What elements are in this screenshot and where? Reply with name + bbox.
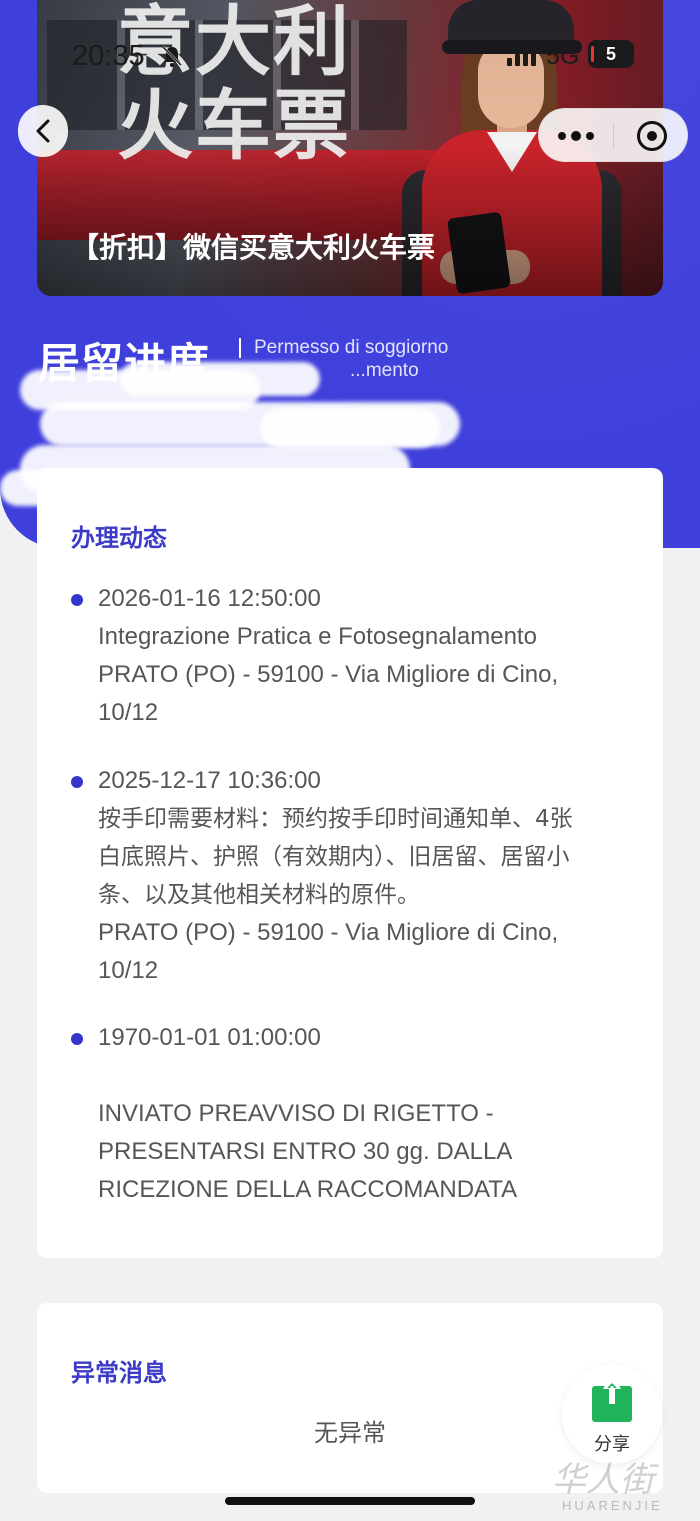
progress-card: 办理动态 2026-01-16 12:50:00 Integrazione Pr… <box>37 468 663 1258</box>
timeline-dot <box>71 776 83 788</box>
timeline-line: 10/12 <box>98 699 159 726</box>
banner-headline-line1: 意大利 <box>117 0 351 86</box>
close-miniprogram-button[interactable] <box>615 109 689 163</box>
target-icon <box>637 121 667 151</box>
share-upload-icon <box>592 1378 632 1422</box>
banner-headline: 意大利 火车票 <box>117 0 377 168</box>
timeline-line: Integrazione Pratica e Fotosegnalamento <box>98 623 537 650</box>
timeline-item: 2025-12-17 10:36:00 按手印需要材料：预约按手印时间通知单、4… <box>71 764 631 994</box>
timeline-dot <box>71 594 83 606</box>
watermark-subtext: HUARENJIE <box>562 1498 663 1513</box>
home-indicator <box>225 1497 475 1505</box>
watermark-logo-text: 华人街 <box>552 1460 659 1500</box>
huarenjie-watermark: 华人街 HUARENJIE <box>552 1460 663 1513</box>
exception-card-title: 异常消息 <box>71 1359 167 1387</box>
timeline-line: RICEZIONE DELLA RACCOMANDATA <box>98 1176 518 1203</box>
timeline-dot <box>71 1033 83 1045</box>
timeline-line: PRATO (PO) - 59100 - Via Migliore di Cin… <box>98 661 559 688</box>
timeline-datetime: 2025-12-17 10:36:00 <box>98 767 321 794</box>
more-dots-icon <box>558 130 594 141</box>
status-time: 20:35 <box>72 40 145 72</box>
timeline-line: 条、以及其他相关材料的原件。 <box>98 882 420 908</box>
timeline-datetime: 2026-01-16 12:50:00 <box>98 585 321 612</box>
share-button[interactable]: 分享 <box>562 1364 662 1464</box>
miniprogram-capsule <box>538 108 688 162</box>
timeline-line: 按手印需要材料：预约按手印时间通知单、4张 <box>98 806 573 832</box>
timeline-line: 白底照片、护照（有效期内）、旧居留、居留小 <box>98 844 570 870</box>
timeline-line: PRATO (PO) - 59100 - Via Migliore di Cin… <box>98 919 559 946</box>
back-arrow-icon <box>36 119 50 143</box>
battery-indicator: 5 <box>588 40 634 68</box>
timeline-item: 2026-01-16 12:50:00 Integrazione Pratica… <box>71 582 631 732</box>
progress-card-title: 办理动态 <box>71 524 167 552</box>
signal-icon <box>507 44 536 66</box>
timeline-item: 1970-01-01 01:00:00 INVIATO PREAVVISO DI… <box>71 1021 631 1211</box>
timeline-line: INVIATO PREAVVISO DI RIGETTO - <box>98 1100 494 1127</box>
back-button[interactable] <box>18 105 68 157</box>
banner-caption[interactable]: 【折扣】微信买意大利火车票 <box>71 226 435 266</box>
network-type: 5G <box>546 42 580 70</box>
bell-muted-icon <box>162 46 182 67</box>
banner-headline-line2: 火车票 <box>117 81 351 170</box>
timeline-datetime: 1970-01-01 01:00:00 <box>98 1024 321 1051</box>
timeline-line: 10/12 <box>98 957 159 984</box>
timeline-line <box>98 1057 638 1095</box>
timeline-line: PRESENTARSI ENTRO 30 gg. DALLA <box>98 1138 513 1165</box>
share-label: 分享 <box>594 1434 630 1455</box>
more-button[interactable] <box>539 109 613 163</box>
